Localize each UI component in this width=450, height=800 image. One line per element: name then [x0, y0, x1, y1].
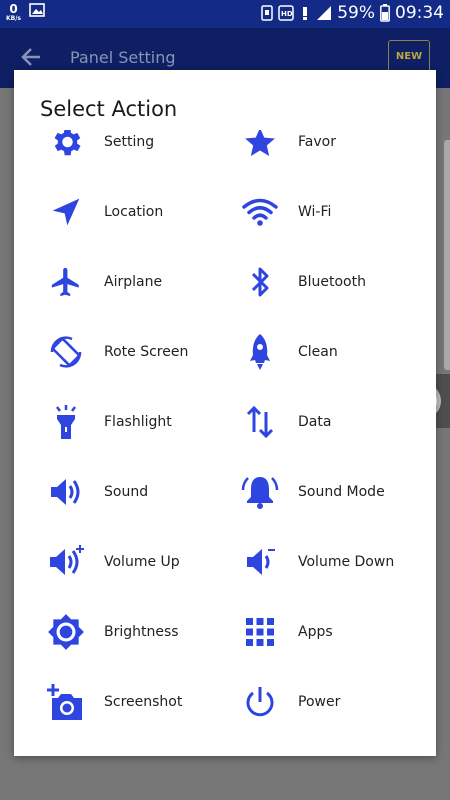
back-arrow-icon[interactable]	[20, 46, 42, 68]
status-bar: 0 KB/s HD 59% 09:34	[0, 0, 450, 28]
power-icon	[240, 682, 280, 722]
action-label: Airplane	[104, 274, 163, 290]
new-badge[interactable]: NEW	[388, 40, 430, 72]
brightness-icon	[46, 612, 86, 652]
rocket-icon	[240, 332, 280, 372]
action-label: Power	[298, 694, 341, 710]
action-label: Wi-Fi	[298, 204, 332, 220]
navigation-arrow-icon	[46, 192, 86, 232]
action-flashlight[interactable]: Flashlight	[46, 397, 172, 447]
bluetooth-icon	[240, 262, 280, 302]
apps-grid-icon	[240, 612, 280, 652]
bell-icon	[240, 472, 280, 512]
action-wifi[interactable]: Wi-Fi	[240, 187, 331, 237]
action-bluetooth[interactable]: Bluetooth	[240, 257, 366, 307]
network-speed-value: 0	[9, 2, 18, 16]
action-clean[interactable]: Clean	[240, 327, 338, 377]
action-label: Location	[104, 204, 164, 220]
action-data[interactable]: Data	[240, 397, 331, 447]
action-apps[interactable]: Apps	[240, 607, 333, 657]
action-location[interactable]: Location	[46, 187, 163, 237]
action-label: Sound Mode	[298, 484, 385, 500]
data-transfer-icon	[240, 402, 280, 442]
action-setting[interactable]: Setting	[46, 130, 154, 167]
action-label: Screenshot	[104, 694, 183, 710]
gallery-notification-icon	[29, 3, 45, 17]
screen-rotation-icon	[46, 332, 86, 372]
action-label: Volume Down	[298, 554, 395, 570]
action-volume-down[interactable]: Volume Down	[240, 537, 394, 587]
action-sound[interactable]: Sound	[46, 467, 148, 517]
gear-icon	[46, 130, 86, 162]
action-grid: Setting Favor Location Wi-Fi Airplane Bl…	[14, 130, 436, 756]
action-favor[interactable]: Favor	[240, 130, 336, 167]
add-photo-icon	[46, 682, 86, 722]
network-speed-unit: KB/s	[6, 15, 21, 22]
action-label: Rote Screen	[104, 344, 189, 360]
clock: 09:34	[395, 3, 444, 23]
action-label: Favor	[298, 134, 336, 150]
action-brightness[interactable]: Brightness	[46, 607, 179, 657]
action-label: Clean	[298, 344, 338, 360]
action-rote-screen[interactable]: Rote Screen	[46, 327, 188, 377]
volume-down-icon	[240, 542, 280, 582]
alarm-icon	[299, 5, 311, 21]
page-title: Panel Setting	[70, 48, 176, 67]
battery-icon	[380, 4, 390, 22]
side-scroll-track[interactable]	[444, 140, 450, 370]
action-label: Apps	[298, 624, 333, 640]
hd-call-icon: HD	[278, 5, 294, 21]
action-power[interactable]: Power	[240, 677, 340, 727]
nfc-icon	[261, 5, 273, 21]
volume-up-icon	[46, 542, 86, 582]
star-icon	[240, 130, 280, 162]
action-label: Bluetooth	[298, 274, 366, 290]
action-label: Flashlight	[104, 414, 172, 430]
action-volume-up[interactable]: Volume Up	[46, 537, 180, 587]
svg-text:HD: HD	[281, 10, 293, 18]
select-action-dialog: Select Action Setting Favor Location Wi-…	[14, 70, 436, 756]
action-airplane[interactable]: Airplane	[46, 257, 162, 307]
speaker-icon	[46, 472, 86, 512]
airplane-icon	[46, 262, 86, 302]
dialog-title: Select Action	[40, 97, 178, 121]
network-speed: 0 KB/s	[6, 3, 21, 22]
action-label: Brightness	[104, 624, 179, 640]
action-label: Volume Up	[104, 554, 180, 570]
signal-strength-icon	[316, 5, 332, 21]
action-label: Sound	[104, 484, 149, 500]
action-sound-mode[interactable]: Sound Mode	[240, 467, 385, 517]
flashlight-icon	[46, 402, 86, 442]
action-label: Setting	[104, 134, 155, 150]
action-label: Data	[298, 414, 332, 430]
action-screenshot[interactable]: Screenshot	[46, 677, 182, 727]
battery-percent: 59%	[337, 3, 375, 23]
wifi-icon	[240, 192, 280, 232]
